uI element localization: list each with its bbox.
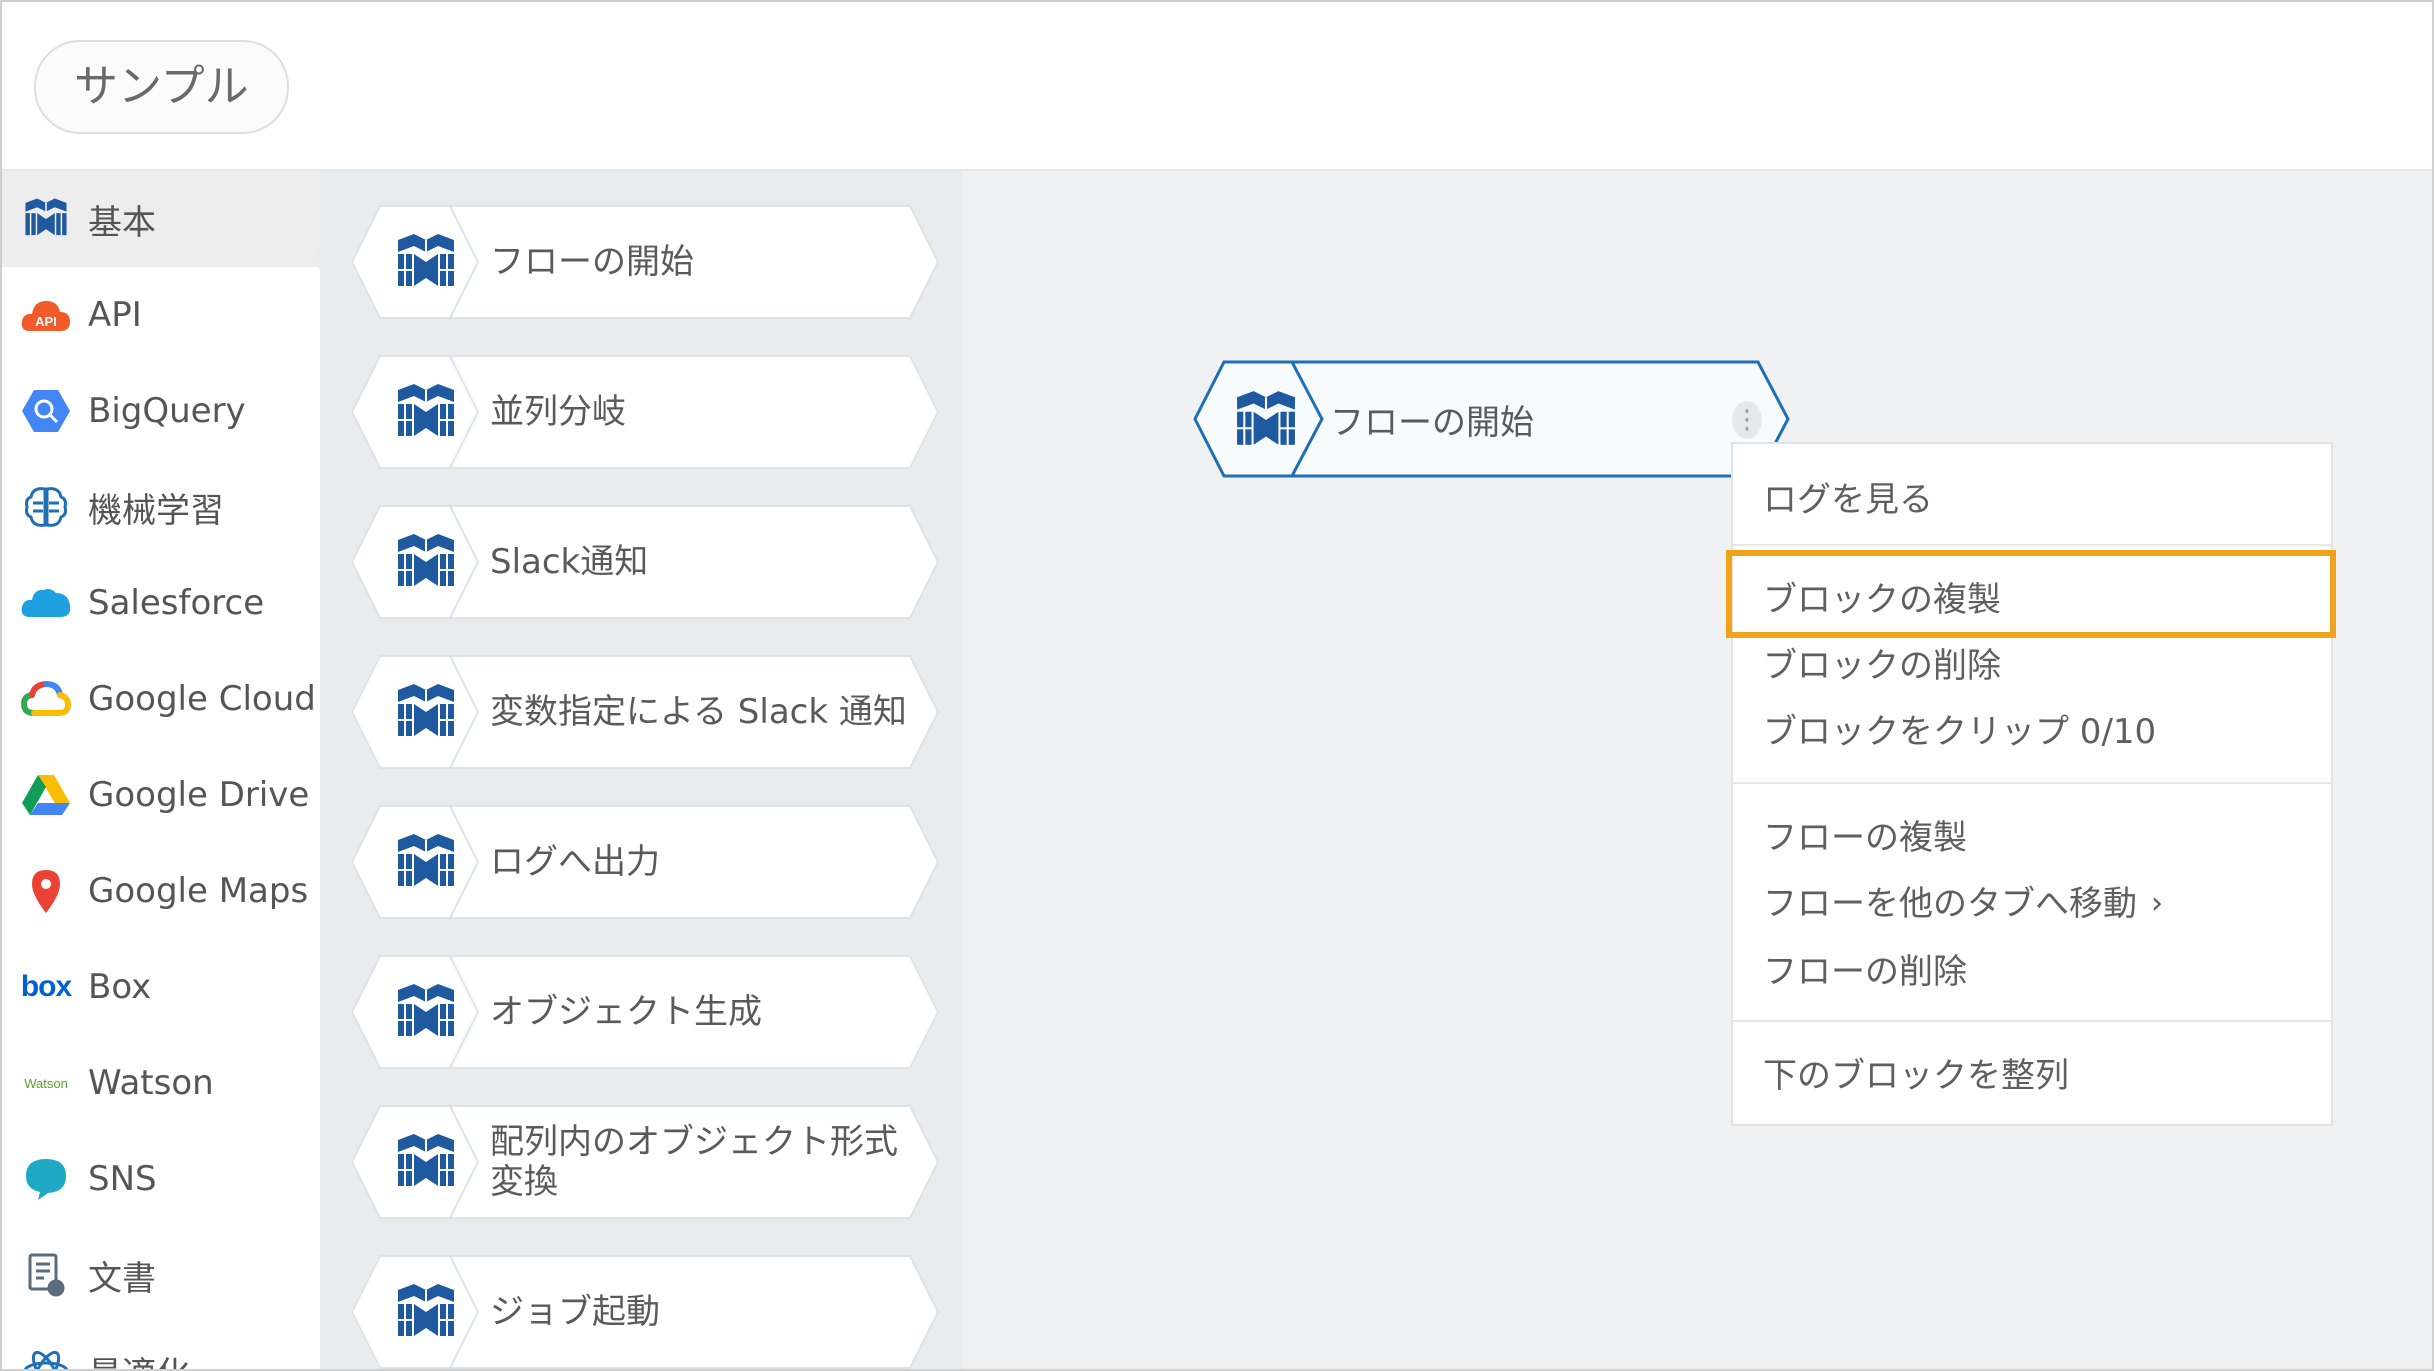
bigquery-icon: [20, 385, 72, 437]
menu-item-view-log[interactable]: ログを見る: [1763, 472, 1933, 521]
palette-block-slack-notify-variable[interactable]: 変数指定による Slack 通知: [350, 654, 940, 770]
menu-item-clip-block[interactable]: ブロックをクリップ 0/10: [1763, 704, 2156, 753]
block-cube-icon: [398, 384, 454, 436]
menu-divider: [1733, 1020, 2331, 1022]
palette-block-object-create[interactable]: オブジェクト生成: [350, 954, 940, 1070]
chevron-right-icon: ›: [2151, 886, 2163, 921]
block-cube-icon: [20, 193, 72, 245]
sidebar-item-label: Google Maps: [88, 871, 309, 911]
active-indicator: [310, 249, 320, 269]
watson-logo-icon: Watson: [24, 1075, 68, 1091]
kebab-menu-icon[interactable]: ⋮: [1732, 401, 1762, 439]
sidebar-item-label: Watson: [88, 1063, 214, 1103]
google-drive-icon: [20, 769, 72, 821]
block-cube-icon: [398, 1284, 454, 1336]
block-context-menu: ログを見る ブロックの複製 ブロックの削除 ブロックをクリップ 0/10 フロー…: [1731, 442, 2333, 1126]
palette-block-slack-notify[interactable]: Slack通知: [350, 504, 940, 620]
block-label: 並列分岐: [490, 392, 626, 432]
tab-sample[interactable]: サンプル: [34, 40, 289, 134]
sidebar-item-label: Google Cloud: [88, 679, 316, 719]
sidebar-item-label: 機械学習: [88, 490, 224, 531]
sidebar-item-bigquery[interactable]: BigQuery: [2, 363, 320, 459]
document-icon: [20, 1249, 72, 1301]
block-label: フローの開始: [490, 242, 694, 282]
sidebar-item-label: Salesforce: [88, 583, 265, 623]
menu-item-duplicate-flow[interactable]: フローの複製: [1763, 810, 1967, 859]
block-cube-icon: [1237, 391, 1295, 445]
sidebar-item-label: BigQuery: [88, 391, 246, 431]
block-palette: フローの開始 並列分岐 Slack通知 変数指定による Slack 通知 ログへ…: [320, 171, 962, 1369]
sidebar-item-watson[interactable]: Watson Watson: [2, 1035, 320, 1131]
block-label: 配列内のオブジェクト形式変換: [490, 1122, 898, 1202]
app-frame: サンプル 基本 API API BigQuery 機械学習 Salesforce…: [0, 0, 2434, 1371]
sidebar-item-google-drive[interactable]: Google Drive: [2, 747, 320, 843]
sidebar-item-label: API: [88, 295, 142, 335]
menu-item-align-blocks-below[interactable]: 下のブロックを整列: [1763, 1048, 2069, 1097]
atom-icon: [20, 1345, 72, 1369]
box-logo-icon: box: [20, 970, 72, 1003]
block-cube-icon: [398, 234, 454, 286]
block-cube-icon: [398, 534, 454, 586]
block-label: ジョブ起動: [490, 1292, 660, 1332]
sidebar-item-label: 基本: [88, 202, 156, 243]
block-label: オブジェクト生成: [490, 992, 762, 1032]
sidebar-item-label: Google Drive: [88, 775, 310, 815]
sidebar-item-sns[interactable]: SNS: [2, 1131, 320, 1227]
block-cube-icon: [398, 984, 454, 1036]
sidebar-item-google-maps[interactable]: Google Maps: [2, 843, 320, 939]
menu-item-delete-flow[interactable]: フローの削除: [1763, 944, 1967, 993]
palette-block-job-start[interactable]: ジョブ起動: [350, 1254, 940, 1369]
sidebar-item-api[interactable]: API API: [2, 267, 320, 363]
block-label: 変数指定による Slack 通知: [490, 692, 907, 732]
sidebar-item-optimization[interactable]: 最適化: [2, 1323, 320, 1370]
palette-block-array-object-transform[interactable]: 配列内のオブジェクト形式変換: [350, 1104, 940, 1220]
palette-block-parallel[interactable]: 並列分岐: [350, 354, 940, 470]
salesforce-cloud-icon: [20, 577, 72, 629]
sidebar-item-label: 文書: [88, 1258, 156, 1299]
block-label: Slack通知: [490, 542, 649, 582]
block-cube-icon: [398, 1134, 454, 1186]
header: サンプル: [2, 2, 2432, 171]
sidebar-item-document[interactable]: 文書: [2, 1227, 320, 1323]
block-label: フローの開始: [1330, 402, 1534, 443]
canvas-block-flow-start[interactable]: フローの開始 ⋮: [1192, 359, 1792, 479]
highlight-box: [1726, 550, 2336, 638]
chat-bubble-icon: [20, 1153, 72, 1205]
map-pin-icon: [20, 865, 72, 917]
block-cube-icon: [398, 834, 454, 886]
menu-item-delete-block[interactable]: ブロックの削除: [1763, 638, 2001, 687]
sidebar-item-google-cloud[interactable]: Google Cloud: [2, 651, 320, 747]
sidebar-item-basic[interactable]: 基本: [2, 171, 320, 269]
block-cube-icon: [398, 684, 454, 736]
menu-divider: [1733, 782, 2331, 784]
svg-text:API: API: [35, 314, 57, 329]
api-cloud-icon: API: [20, 289, 72, 341]
menu-item-move-flow-to-tab[interactable]: フローを他のタブへ移動 ›: [1763, 876, 2163, 925]
category-sidebar: 基本 API API BigQuery 機械学習 Salesforce Goog…: [2, 171, 320, 1370]
menu-divider: [1733, 544, 2331, 546]
palette-block-log-output[interactable]: ログへ出力: [350, 804, 940, 920]
palette-block-flow-start[interactable]: フローの開始: [350, 204, 940, 320]
sidebar-item-ml[interactable]: 機械学習: [2, 459, 320, 555]
sidebar-item-label: Box: [88, 967, 152, 1007]
menu-item-label: フローを他のタブへ移動: [1763, 884, 2137, 924]
sidebar-item-label: SNS: [88, 1159, 157, 1199]
sidebar-item-label: 最適化: [88, 1347, 190, 1370]
sidebar-item-box[interactable]: box Box: [2, 939, 320, 1035]
block-label: ログへ出力: [490, 842, 660, 882]
google-cloud-icon: [20, 673, 72, 725]
sidebar-item-salesforce[interactable]: Salesforce: [2, 555, 320, 651]
brain-icon: [20, 481, 72, 533]
